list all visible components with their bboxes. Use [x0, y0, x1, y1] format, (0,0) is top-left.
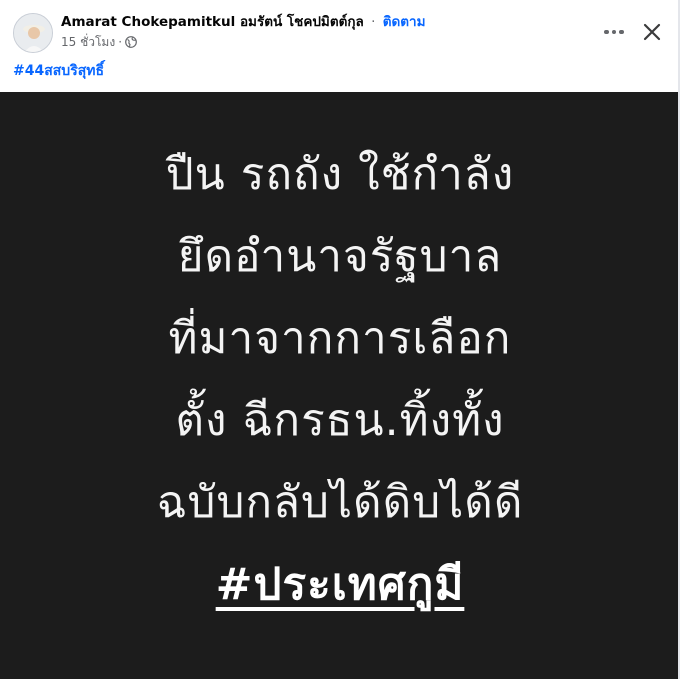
image-text-line: ฉบับกลับได้ดิบได้ดี: [156, 477, 524, 528]
post-image[interactable]: ปืน รถถัง ใช้กำลัง ยึดอำนาจรัฐบาล ที่มาจ…: [0, 92, 680, 679]
meta-separator: ·: [118, 35, 123, 49]
separator-dot: ·: [371, 14, 376, 30]
more-horizontal-icon-dot: [604, 29, 609, 35]
post-header: Amarat Chokepamitkul อมรัตน์ โชคปมิตต์กุ…: [0, 0, 680, 92]
close-icon: [643, 23, 661, 41]
post-timestamp[interactable]: 15 ชั่วโมง: [61, 34, 115, 50]
image-text-block: ปืน รถถัง ใช้กำลัง ยึดอำนาจรัฐบาล ที่มาจ…: [0, 134, 680, 626]
follow-button[interactable]: ติดตาม: [383, 14, 426, 30]
author-name[interactable]: Amarat Chokepamitkul อมรัตน์ โชคปมิตต์กุ…: [61, 14, 364, 30]
image-hashtag: #ประเทศกูมี: [215, 559, 465, 610]
image-text-line: ที่มาจากการเลือก: [168, 313, 512, 364]
post-hashtag-link[interactable]: #44สสบริสุทธิ์: [13, 62, 104, 80]
more-horizontal-icon-dot: [611, 29, 617, 35]
more-options-button[interactable]: [600, 18, 628, 46]
post-meta: 15 ชั่วโมง ·: [61, 34, 137, 50]
image-text-line: ตั้ง ฉีกรธน.ทิ้งทั้ง: [175, 395, 505, 446]
image-hashtag-line: #ประเทศกูมี: [0, 544, 680, 626]
author-line: Amarat Chokepamitkul อมรัตน์ โชคปมิตต์กุ…: [61, 13, 425, 31]
image-text-line: ยึดอำนาจรัฐบาล: [177, 231, 503, 282]
avatar-image: [14, 14, 52, 52]
more-horizontal-icon-dot: [619, 29, 624, 35]
image-text-line: ปืน รถถัง ใช้กำลัง: [165, 149, 515, 200]
globe-icon: [125, 36, 137, 48]
close-button[interactable]: [638, 18, 666, 46]
author-avatar[interactable]: [13, 13, 53, 53]
